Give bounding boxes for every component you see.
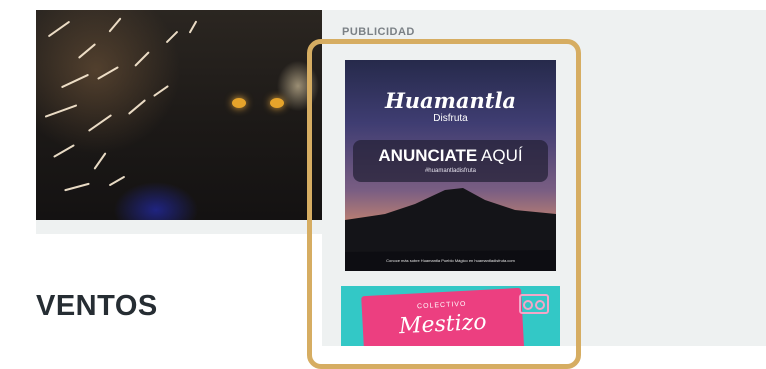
sidebar-title: PUBLICIDAD	[342, 26, 415, 38]
photo-shadow-strip	[36, 220, 323, 234]
event-photo	[36, 10, 322, 220]
section-heading: VENTOS	[36, 290, 158, 322]
ad-highlight-frame	[307, 39, 581, 369]
